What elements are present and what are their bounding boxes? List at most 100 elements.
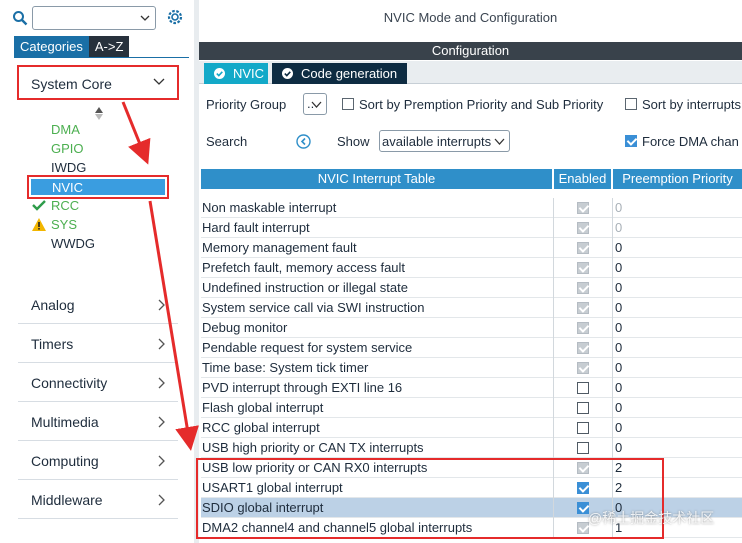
peripheral-nvic[interactable]: NVIC: [27, 175, 169, 199]
column-separator: [553, 238, 554, 258]
column-separator: [612, 358, 613, 378]
preemption-priority[interactable]: 0: [615, 420, 622, 435]
table-row[interactable]: PVD interrupt through EXTI line 16 0: [201, 378, 742, 398]
chevron-right-icon: [158, 338, 165, 350]
column-separator: [612, 258, 613, 278]
preemption-priority[interactable]: 2: [615, 480, 622, 495]
enabled-checkbox[interactable]: [577, 382, 589, 394]
peripheral-dma[interactable]: DMA: [51, 121, 80, 139]
back-arrow-icon[interactable]: [296, 134, 311, 149]
category-tabs: Categories A->Z: [14, 36, 130, 58]
table-row[interactable]: Non maskable interrupt 0: [201, 198, 742, 218]
preemption-priority[interactable]: 0: [615, 240, 622, 255]
search-icon[interactable]: [12, 10, 28, 26]
preemption-priority[interactable]: 0: [615, 440, 622, 455]
category-connectivity[interactable]: Connectivity: [18, 364, 178, 402]
preemption-priority[interactable]: 0: [615, 280, 622, 295]
column-separator: [553, 278, 554, 298]
show-select[interactable]: available interrupts: [379, 130, 510, 152]
column-header-interrupt[interactable]: NVIC Interrupt Table: [201, 169, 552, 189]
table-row[interactable]: System service call via SWI instruction 0: [201, 298, 742, 318]
chevron-down-icon[interactable]: [139, 12, 151, 24]
preemption-priority[interactable]: 0: [615, 360, 622, 375]
interrupt-name: Flash global interrupt: [202, 400, 324, 415]
column-separator: [553, 398, 554, 418]
gear-icon[interactable]: [165, 7, 185, 27]
peripheral-rcc[interactable]: RCC: [51, 197, 79, 215]
enabled-checkbox: [577, 282, 589, 294]
table-row[interactable]: USB high priority or CAN TX interrupts 0: [201, 438, 742, 458]
preemption-priority[interactable]: 0: [615, 220, 622, 235]
enabled-checkbox: [577, 242, 589, 254]
table-row[interactable]: Hard fault interrupt 0: [201, 218, 742, 238]
tab-nvic[interactable]: NVIC: [204, 63, 268, 84]
enabled-checkbox[interactable]: [577, 422, 589, 434]
category-multimedia[interactable]: Multimedia: [18, 403, 178, 441]
priority-group-label: Priority Group: [206, 97, 287, 112]
peripheral-wwdg[interactable]: WWDG: [51, 235, 95, 253]
check-circle-icon: [282, 68, 293, 79]
column-header-enabled[interactable]: Enabled: [554, 169, 611, 189]
column-separator: [553, 418, 554, 438]
tab-categories[interactable]: Categories: [14, 36, 89, 58]
scroll-down-icon[interactable]: [95, 114, 103, 120]
column-separator: [612, 458, 613, 478]
category-label: Multimedia: [31, 414, 99, 430]
enabled-checkbox: [577, 202, 589, 214]
preemption-priority[interactable]: 2: [615, 460, 622, 475]
force-dma-checkbox[interactable]: [625, 135, 637, 147]
table-row[interactable]: RCC global interrupt 0: [201, 418, 742, 438]
category-analog[interactable]: Analog: [18, 286, 178, 324]
preemption-priority[interactable]: 0: [615, 400, 622, 415]
tab-label: NVIC: [233, 66, 265, 81]
enabled-checkbox: [577, 362, 589, 374]
column-separator: [612, 378, 613, 398]
sort-interrupts-checkbox[interactable]: [625, 98, 637, 110]
table-row[interactable]: Debug monitor 0: [201, 318, 742, 338]
table-row[interactable]: Time base: System tick timer 0: [201, 358, 742, 378]
category-middleware[interactable]: Middleware: [18, 481, 178, 519]
enabled-checkbox: [577, 262, 589, 274]
search-input[interactable]: [32, 6, 156, 30]
preemption-priority[interactable]: 0: [615, 380, 622, 395]
interrupt-name: Pendable request for system service: [202, 340, 413, 355]
peripheral-gpio[interactable]: GPIO: [51, 140, 84, 158]
preemption-priority[interactable]: 0: [615, 340, 622, 355]
table-row[interactable]: Memory management fault 0: [201, 238, 742, 258]
check-circle-icon: [214, 68, 225, 79]
category-timers[interactable]: Timers: [18, 325, 178, 363]
search-label: Search: [206, 134, 248, 149]
table-row[interactable]: Flash global interrupt 0: [201, 398, 742, 418]
tab-label: Code generation: [301, 66, 398, 81]
preemption-priority[interactable]: 0: [615, 320, 622, 335]
enabled-checkbox: [577, 302, 589, 314]
tab-code-generation[interactable]: Code generation: [272, 63, 407, 84]
column-separator: [553, 438, 554, 458]
table-row[interactable]: Undefined instruction or illegal state 0: [201, 278, 742, 298]
column-separator: [612, 338, 613, 358]
category-system-core[interactable]: System Core: [17, 65, 179, 100]
enabled-checkbox[interactable]: [577, 402, 589, 414]
preemption-priority[interactable]: 0: [615, 300, 622, 315]
enabled-checkbox: [577, 462, 589, 474]
priority-group-select[interactable]: ..: [303, 93, 327, 115]
scroll-up-icon[interactable]: [95, 107, 103, 113]
interrupt-name: RCC global interrupt: [202, 420, 320, 435]
peripheral-sys[interactable]: SYS: [51, 216, 77, 234]
column-header-priority[interactable]: Preemption Priority: [613, 169, 742, 189]
table-row[interactable]: Prefetch fault, memory access fault 0: [201, 258, 742, 278]
table-row[interactable]: USART1 global interrupt 2: [201, 478, 742, 498]
category-label: System Core: [31, 76, 112, 92]
column-separator: [612, 198, 613, 218]
chevron-right-icon: [158, 416, 165, 428]
preemption-priority[interactable]: 0: [615, 260, 622, 275]
table-row[interactable]: Pendable request for system service 0: [201, 338, 742, 358]
table-row[interactable]: USB low priority or CAN RX0 interrupts 2: [201, 458, 742, 478]
column-separator: [553, 478, 554, 498]
enabled-checkbox[interactable]: [577, 442, 589, 454]
tab-a-to-z[interactable]: A->Z: [88, 36, 130, 58]
enabled-checkbox[interactable]: [577, 482, 589, 494]
preemption-priority[interactable]: 0: [615, 200, 622, 215]
category-computing[interactable]: Computing: [18, 442, 178, 480]
sort-premption-checkbox[interactable]: [342, 98, 354, 110]
